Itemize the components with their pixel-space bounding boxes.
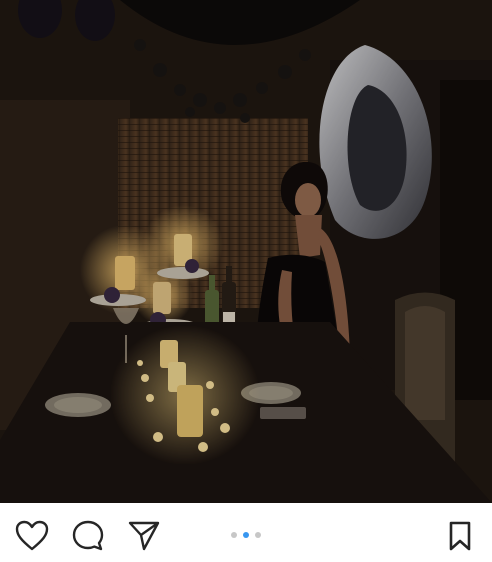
carousel-dot-active[interactable] <box>243 532 249 538</box>
carousel-dot[interactable] <box>255 532 261 538</box>
bookmark-icon <box>449 521 471 551</box>
carousel-dot[interactable] <box>231 532 237 538</box>
instagram-post <box>0 0 492 562</box>
post-photo[interactable] <box>0 0 492 503</box>
post-action-bar <box>0 503 492 562</box>
carousel-indicator <box>0 532 492 538</box>
photo-scene <box>0 0 492 503</box>
save-button[interactable] <box>442 518 478 554</box>
